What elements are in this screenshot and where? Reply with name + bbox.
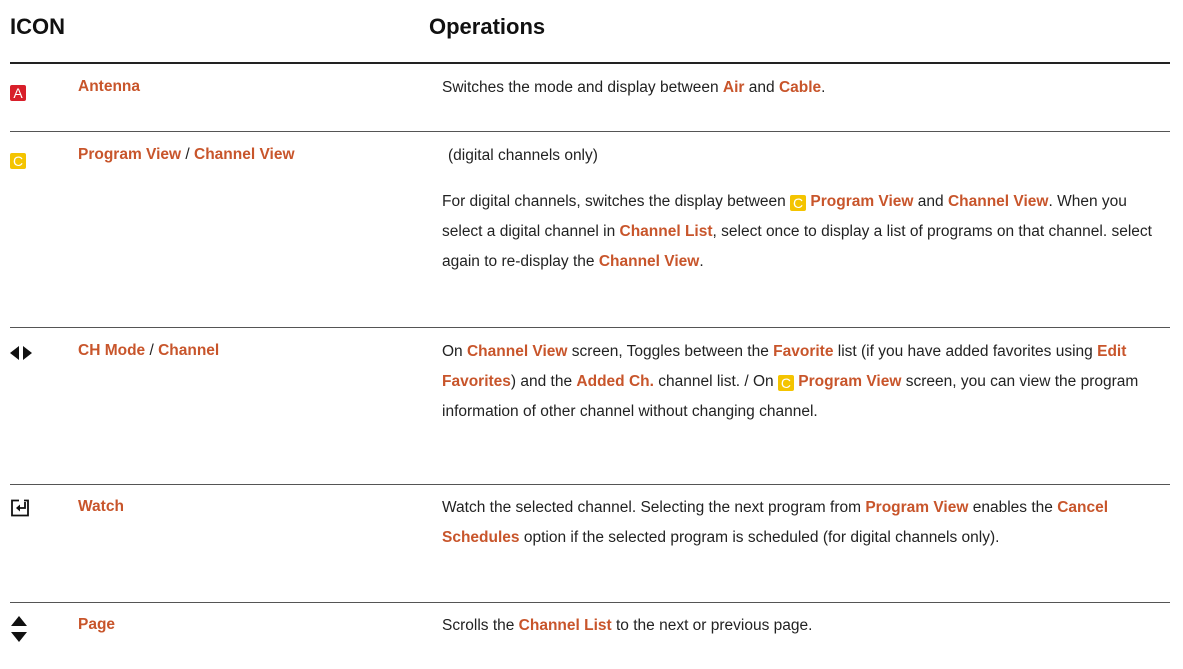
row-desc-program-view: For digital channels, switches the displ… [442,193,1152,270]
row-desc-page: Scrolls the Channel List to the next or … [442,617,813,634]
row-divider [10,327,1170,328]
header-operations-column: Operations [429,14,546,39]
row-name-antenna: Antenna [78,78,140,95]
row-divider [10,484,1170,485]
up-down-arrows-icon [10,616,32,642]
header-rule [10,62,1170,64]
c-button-icon-inline: C [790,195,807,211]
row-desc-digital-only: (digital channels only) [448,147,598,164]
row-name-watch: Watch [78,498,124,515]
enter-return-icon [10,499,32,519]
row-divider [10,131,1170,132]
c-button-icon-inline: C [777,375,794,391]
left-right-arrows-icon [10,345,32,365]
header-icon-column: ICON [10,14,65,39]
row-divider [10,602,1170,603]
row-desc-ch-mode: On Channel View screen, Toggles between … [442,343,1139,420]
row-desc-antenna: Switches the mode and display between Ai… [442,79,826,96]
row-name-program-view: Program View / Channel View [78,146,295,163]
a-button-icon: A [10,83,32,103]
c-button-icon: C [10,151,32,171]
row-name-page: Page [78,616,116,633]
row-name-ch-mode: CH Mode / Channel [78,342,220,359]
row-desc-watch: Watch the selected channel. Selecting th… [442,499,1109,546]
